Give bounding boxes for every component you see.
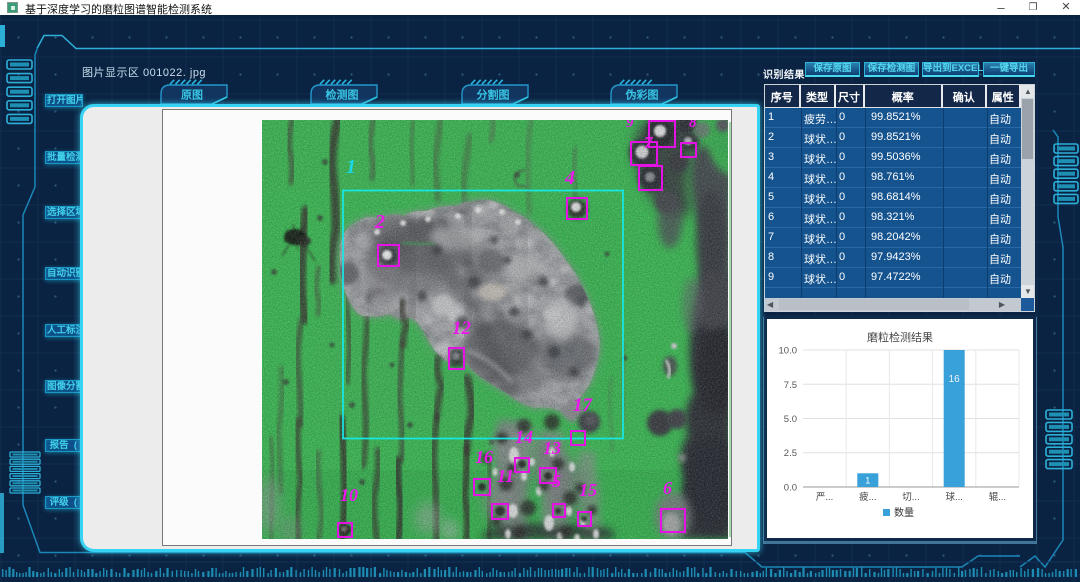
svg-text:1: 1 xyxy=(346,156,356,178)
svg-text:切...: 切... xyxy=(902,492,919,503)
svg-text:12: 12 xyxy=(452,318,472,339)
svg-text:疲...: 疲... xyxy=(859,491,876,503)
svg-text:2: 2 xyxy=(374,211,385,233)
svg-text:14: 14 xyxy=(515,427,533,447)
svg-text:10: 10 xyxy=(340,485,358,505)
svg-text:7.5: 7.5 xyxy=(784,380,797,391)
svg-text:原图: 原图 xyxy=(181,89,203,102)
svg-text:1: 1 xyxy=(865,475,870,485)
svg-text:伪彩图: 伪彩图 xyxy=(625,88,659,102)
svg-text:球...: 球... xyxy=(945,491,962,503)
svg-text:严...: 严... xyxy=(816,492,833,503)
svg-text:2.5: 2.5 xyxy=(784,448,797,459)
svg-text:0.0: 0.0 xyxy=(784,483,797,494)
svg-text:15: 15 xyxy=(579,480,597,500)
svg-text:数量: 数量 xyxy=(894,506,914,519)
svg-text:17: 17 xyxy=(573,395,594,416)
svg-text:4: 4 xyxy=(564,167,575,189)
svg-text:辊...: 辊... xyxy=(989,491,1006,503)
svg-text:16: 16 xyxy=(475,447,493,467)
svg-text:9: 9 xyxy=(626,120,634,131)
svg-text:13: 13 xyxy=(543,438,561,458)
svg-text:6: 6 xyxy=(663,478,672,498)
svg-text:检测图: 检测图 xyxy=(326,88,359,102)
svg-text:磨粒检测结果: 磨粒检测结果 xyxy=(867,330,933,344)
svg-text:分割图: 分割图 xyxy=(477,88,510,102)
svg-text:11: 11 xyxy=(497,466,514,486)
svg-text:10.0: 10.0 xyxy=(779,346,798,357)
svg-text:5.0: 5.0 xyxy=(784,414,797,425)
svg-text:8: 8 xyxy=(689,120,697,131)
svg-text:16: 16 xyxy=(949,374,961,385)
svg-text:5: 5 xyxy=(552,471,561,491)
